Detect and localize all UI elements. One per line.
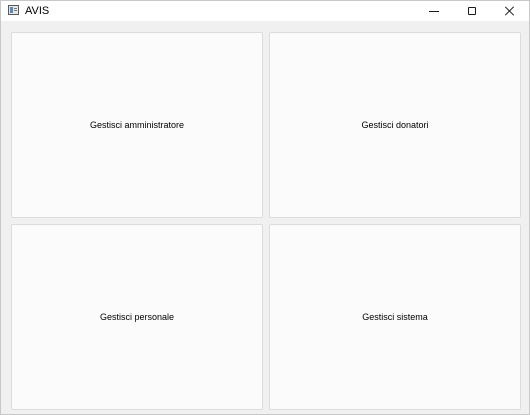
window-title: AVIS — [25, 5, 50, 17]
app-window: AVIS Gestisci amministratore Gestisci do… — [0, 0, 530, 415]
manage-system-button[interactable]: Gestisci sistema — [269, 224, 521, 410]
manage-staff-button[interactable]: Gestisci personale — [11, 224, 263, 410]
manage-administrator-button[interactable]: Gestisci amministratore — [11, 32, 263, 218]
manage-administrator-label: Gestisci amministratore — [89, 120, 185, 130]
minimize-button[interactable] — [415, 1, 453, 21]
maximize-icon — [468, 7, 476, 15]
manage-system-label: Gestisci sistema — [362, 312, 428, 322]
manage-donors-label: Gestisci donatori — [361, 120, 429, 130]
manage-staff-label: Gestisci personale — [99, 312, 175, 322]
close-button[interactable] — [491, 1, 529, 21]
title-bar[interactable]: AVIS — [1, 1, 529, 21]
app-window-icon[interactable] — [8, 5, 19, 15]
manage-donors-button[interactable]: Gestisci donatori — [269, 32, 521, 218]
main-content: Gestisci amministratore Gestisci donator… — [1, 21, 529, 414]
close-icon — [505, 6, 515, 16]
maximize-button[interactable] — [453, 1, 491, 21]
minimize-icon — [429, 10, 439, 12]
